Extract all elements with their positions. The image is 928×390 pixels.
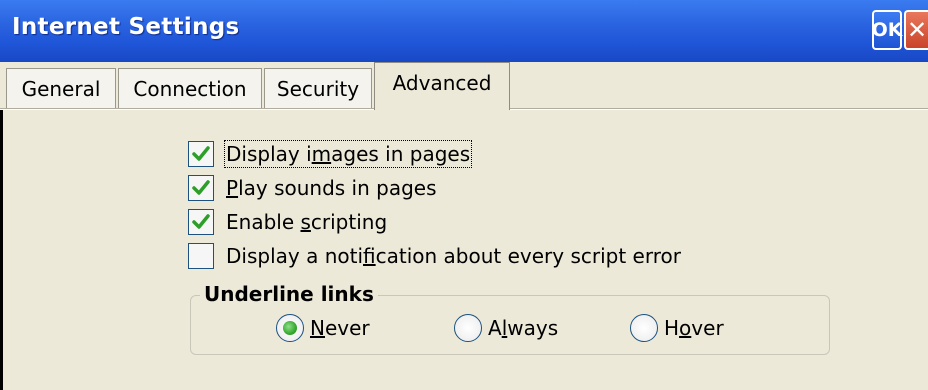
close-button[interactable]: ✕	[904, 10, 928, 50]
radio-label: Always	[488, 316, 559, 340]
checkbox-enable-scripting[interactable]: Enable scripting	[188, 208, 387, 236]
tab-label: General	[21, 76, 101, 101]
radio-never[interactable]: Never	[276, 313, 370, 343]
checkbox-box[interactable]	[188, 175, 214, 201]
radio-hover[interactable]: Hover	[630, 313, 724, 343]
radio-label: Never	[310, 316, 370, 340]
radio-selected-dot	[283, 321, 297, 335]
checkbox-label: Display a notification about every scrip…	[226, 244, 681, 268]
radio-always[interactable]: Always	[454, 313, 558, 343]
tab-security[interactable]: Security	[264, 68, 372, 108]
group-title: Underline links	[200, 282, 378, 306]
checkbox-script-error-notification[interactable]: Display a notification about every scrip…	[188, 242, 681, 270]
radio-button[interactable]	[630, 314, 658, 342]
checkmark-icon	[192, 214, 210, 229]
radio-button[interactable]	[454, 314, 482, 342]
checkbox-label: Display images in pages	[223, 140, 473, 168]
tab-label: Security	[276, 76, 360, 101]
checkbox-box[interactable]	[188, 243, 214, 269]
radio-label: Hover	[664, 316, 724, 340]
tab-advanced[interactable]: Advanced	[374, 62, 510, 110]
tab-label: Connection	[133, 76, 247, 101]
close-icon: ✕	[906, 16, 928, 44]
checkmark-icon	[192, 146, 210, 161]
checkmark-icon	[192, 180, 210, 195]
tab-label: Advanced	[392, 71, 492, 95]
checkbox-box[interactable]	[188, 209, 214, 235]
radio-button[interactable]	[276, 314, 304, 342]
tab-connection[interactable]: Connection	[118, 68, 262, 108]
title-bar[interactable]: Internet Settings OK ✕	[0, 0, 928, 62]
checkbox-play-sounds[interactable]: Play sounds in pages	[188, 174, 437, 202]
checkbox-display-images[interactable]: Display images in pages	[188, 140, 473, 168]
ok-button[interactable]: OK	[872, 10, 902, 50]
checkbox-box[interactable]	[188, 141, 214, 167]
window-title: Internet Settings	[12, 14, 240, 40]
checkbox-label: Play sounds in pages	[226, 176, 437, 200]
tab-general[interactable]: General	[6, 68, 116, 108]
checkbox-label: Enable scripting	[226, 210, 388, 234]
